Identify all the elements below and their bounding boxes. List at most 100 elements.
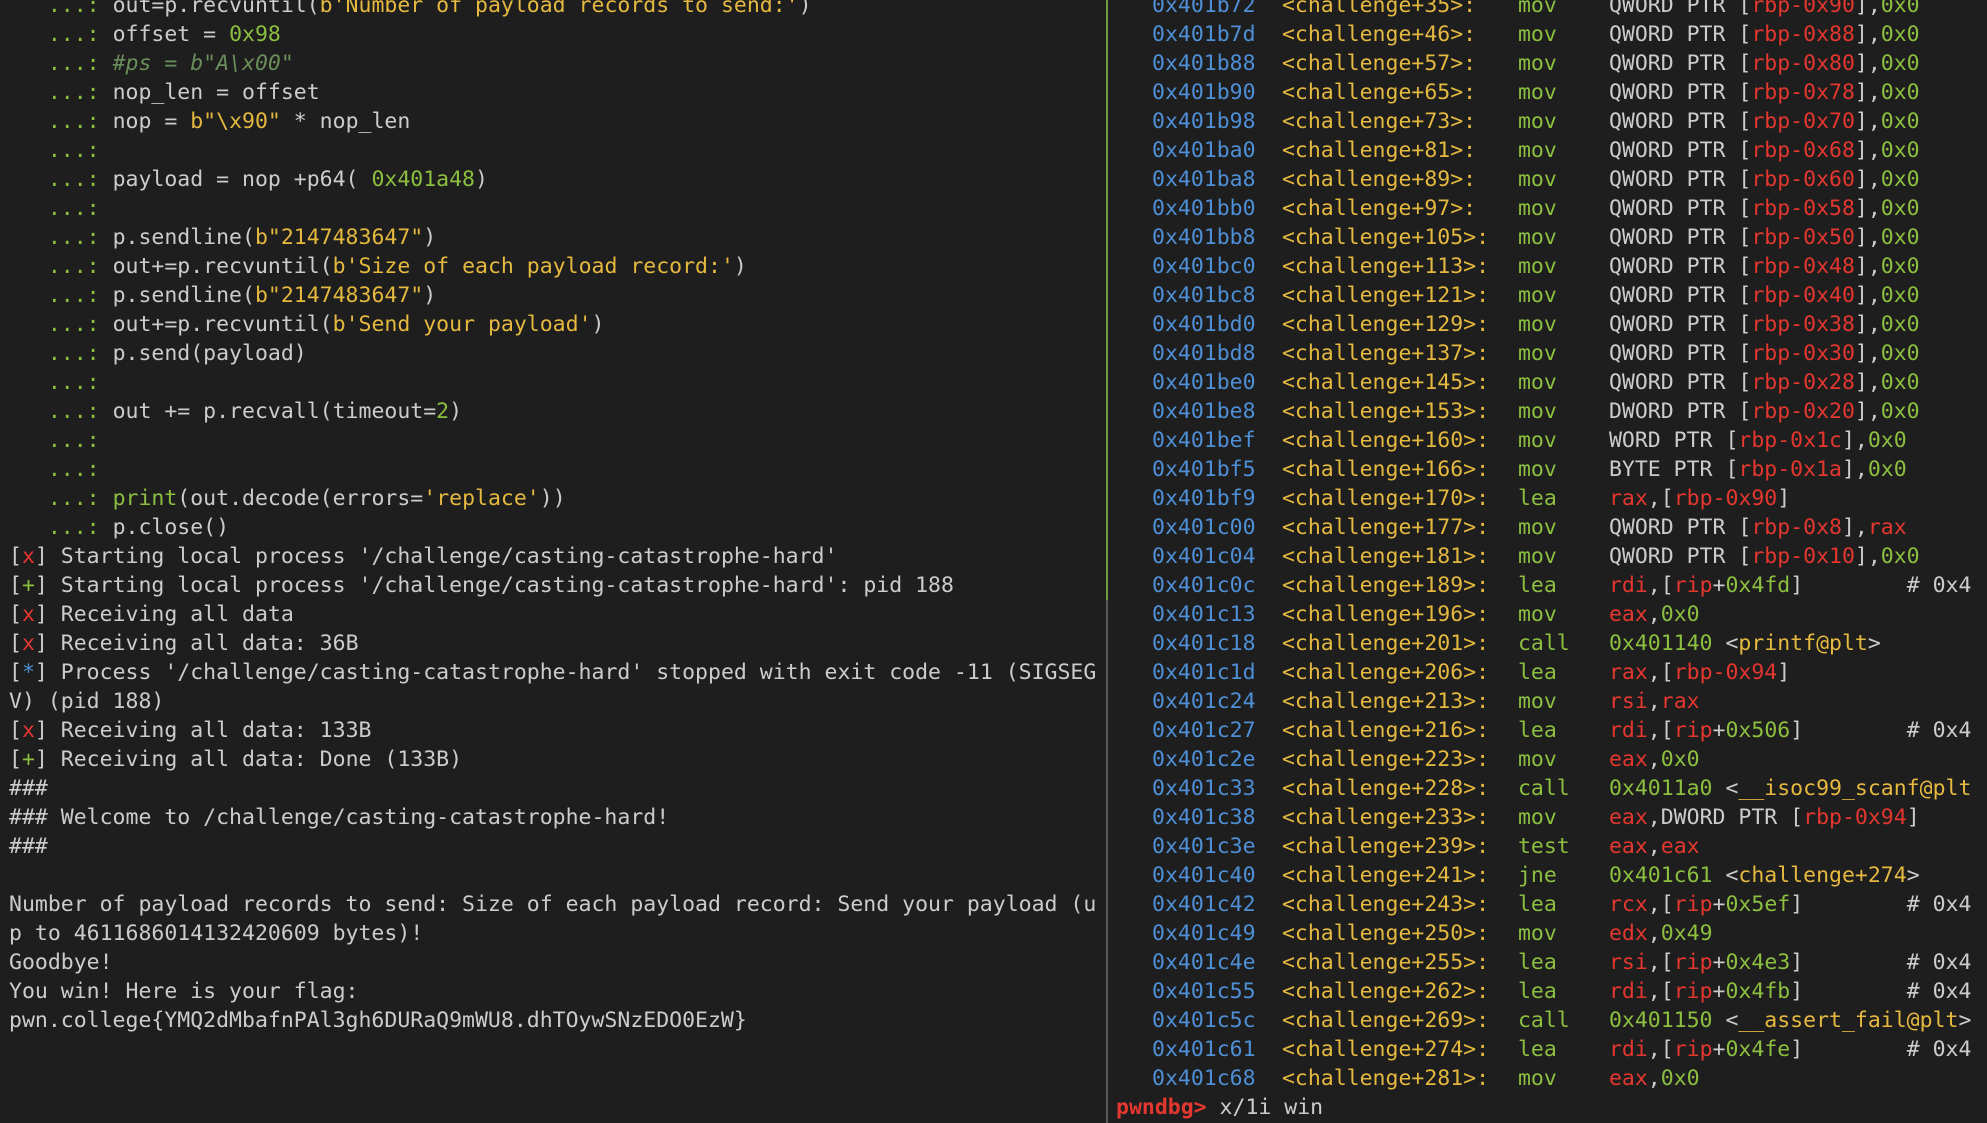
instruction-mnemonic: mov xyxy=(1517,0,1557,18)
instruction-mnemonic: mov xyxy=(1517,225,1557,250)
text-segment: printf@plt xyxy=(1738,631,1868,656)
text-segment: ...: xyxy=(9,51,113,76)
text-segment: , xyxy=(1647,1066,1661,1091)
text-segment: QWORD PTR [ xyxy=(1608,196,1752,221)
text-segment: Number of payload records to send: Size … xyxy=(9,892,1097,917)
text-segment: ] # 0x4 xyxy=(1790,892,1972,917)
text-segment: ...: xyxy=(9,80,113,105)
instruction-address: 0x401b7d xyxy=(1152,22,1256,47)
terminal-line: [*] Process '/challenge/casting-catastro… xyxy=(0,658,1096,687)
disasm-row: 0x401ba8 <challenge+89>: mov QWORD PTR [rb… xyxy=(1110,165,1971,194)
terminal-line: [x] Receiving all data: 133B xyxy=(0,716,1096,745)
terminal-line: ...: #ps = b"A\x00" xyxy=(0,49,1096,78)
ipython-pane[interactable]: ...: out=p.recvuntil(b'Number of payload… xyxy=(0,0,1106,1123)
text-segment: ], xyxy=(1854,138,1881,163)
instruction-address: 0x401c33 xyxy=(1152,776,1256,801)
text-segment: ], xyxy=(1841,457,1868,482)
terminal-window[interactable]: ...: out=p.recvuntil(b'Number of payload… xyxy=(0,0,1987,1123)
text-segment: ] Receiving all data xyxy=(34,602,294,627)
disasm-row: 0x401c27 <challenge+216>: lea rdi,[rip+0x5… xyxy=(1110,716,1971,745)
instruction-symbol: <challenge+213>: xyxy=(1281,689,1490,714)
instruction-address: 0x401c49 xyxy=(1152,921,1256,946)
text-segment: ,[ xyxy=(1647,950,1674,975)
text-segment: < xyxy=(1712,1008,1739,1033)
pane-divider[interactable] xyxy=(1106,600,1108,1123)
instruction-symbol: <challenge+269>: xyxy=(1281,1008,1490,1033)
text-segment: ] # 0x4 xyxy=(1790,718,1972,743)
text-segment: rbp-0x90 xyxy=(1751,0,1855,18)
disasm-row: 0x401c13 <challenge+196>: mov eax,0x0 xyxy=(1110,600,1971,629)
instruction-mnemonic: mov xyxy=(1517,457,1557,482)
instruction-symbol: <challenge+73>: xyxy=(1281,109,1477,134)
disasm-row: 0x401b98 <challenge+73>: mov QWORD PTR [rb… xyxy=(1110,107,1971,136)
text-segment: nop_len = offset xyxy=(112,80,320,105)
text-segment: ) xyxy=(423,283,437,308)
pwndbg-pane[interactable]: 0x401b72 <challenge+35>: mov QWORD PTR [rb… xyxy=(1110,0,1987,1123)
disasm-row: 0x401bb8 <challenge+105>: mov QWORD PTR [r… xyxy=(1110,223,1971,252)
text-segment: ...: xyxy=(9,167,113,192)
text-segment: 0x401140 xyxy=(1608,631,1713,656)
instruction-operands: QWORD PTR [rbp-0x90],0x0 xyxy=(1609,0,1920,20)
instruction-symbol: <challenge+170>: xyxy=(1281,486,1490,511)
text-segment: 0x0 xyxy=(1660,602,1700,627)
text-segment: 0x0 xyxy=(1880,225,1920,250)
instruction-address: 0x401c5c xyxy=(1152,1008,1256,1033)
text-segment: ) xyxy=(798,0,812,18)
disasm-row: 0x401c5c <challenge+269>: call 0x401150 <_… xyxy=(1110,1006,1971,1035)
text-segment: rax xyxy=(1867,515,1907,540)
instruction-operands: rsi,rax xyxy=(1609,687,1700,716)
text-segment: + xyxy=(21,573,35,598)
text-segment: ,[ xyxy=(1647,486,1674,511)
text-segment: print xyxy=(112,486,178,511)
text-segment: ], xyxy=(1854,167,1881,192)
text-segment: 0x4e3 xyxy=(1725,950,1791,975)
pwndbg-command-input[interactable]: x/1i win xyxy=(1207,1095,1324,1120)
text-segment: rbp-0x94 xyxy=(1803,805,1907,830)
instruction-address: 0x401bb8 xyxy=(1152,225,1256,250)
text-segment: , xyxy=(1647,689,1661,714)
terminal-line: ...: nop = b"\x90" * nop_len xyxy=(0,107,1096,136)
text-segment: 0x0 xyxy=(1880,370,1920,395)
text-segment: [ xyxy=(9,544,22,569)
text-segment: ) xyxy=(733,254,747,279)
text-segment: b"2147483647" xyxy=(254,283,424,308)
instruction-operands: eax,0x0 xyxy=(1609,600,1700,629)
text-segment: QWORD PTR [ xyxy=(1608,341,1752,366)
text-segment: ], xyxy=(1854,254,1881,279)
instruction-mnemonic: lea xyxy=(1517,950,1557,975)
pwndbg-prompt-line[interactable]: pwndbg> x/1i win xyxy=(1110,1093,1971,1122)
text-segment: 0x4fe xyxy=(1725,1037,1791,1062)
text-segment: rbp-0x40 xyxy=(1751,283,1855,308)
disasm-row: 0x401b7d <challenge+46>: mov QWORD PTR [rb… xyxy=(1110,20,1971,49)
instruction-address: 0x401be0 xyxy=(1152,370,1256,395)
text-segment: WORD PTR [ xyxy=(1608,428,1739,453)
text-segment: QWORD PTR [ xyxy=(1608,22,1752,47)
instruction-address: 0x401bef xyxy=(1152,428,1256,453)
disasm-row: 0x401bef <challenge+160>: mov WORD PTR [rb… xyxy=(1110,426,1971,455)
text-segment: 0x0 xyxy=(1880,167,1920,192)
disasm-row: 0x401c55 <challenge+262>: lea rdi,[rip+0x4… xyxy=(1110,977,1971,1006)
instruction-address: 0x401c68 xyxy=(1152,1066,1256,1091)
disasm-row: 0x401c42 <challenge+243>: lea rcx,[rip+0x5… xyxy=(1110,890,1971,919)
instruction-symbol: <challenge+255>: xyxy=(1281,950,1490,975)
terminal-line: ...: p.sendline(b"2147483647") xyxy=(0,281,1096,310)
text-segment: #ps = b"A\x00" xyxy=(112,51,294,76)
text-segment: rbp-0x68 xyxy=(1751,138,1855,163)
instruction-mnemonic: mov xyxy=(1517,602,1557,627)
disasm-row: 0x401c33 <challenge+228>: call 0x4011a0 <_… xyxy=(1110,774,1971,803)
instruction-mnemonic: mov xyxy=(1517,22,1557,47)
text-segment: rbp-0x80 xyxy=(1751,51,1855,76)
instruction-mnemonic: mov xyxy=(1517,428,1557,453)
instruction-operands: QWORD PTR [rbp-0x30],0x0 xyxy=(1609,339,1920,368)
text-segment: ...: xyxy=(9,109,113,134)
instruction-mnemonic: lea xyxy=(1517,718,1557,743)
pane-divider-active[interactable] xyxy=(1106,0,1108,600)
text-segment: rdi xyxy=(1608,573,1648,598)
text-segment: QWORD PTR [ xyxy=(1608,283,1752,308)
text-segment: ], xyxy=(1854,80,1881,105)
text-segment: rbp-0x1a xyxy=(1738,457,1842,482)
text-segment: rbp-0x60 xyxy=(1751,167,1855,192)
text-segment: ,[ xyxy=(1647,979,1674,1004)
text-segment: ], xyxy=(1854,312,1881,337)
text-segment: ] xyxy=(1777,660,1791,685)
